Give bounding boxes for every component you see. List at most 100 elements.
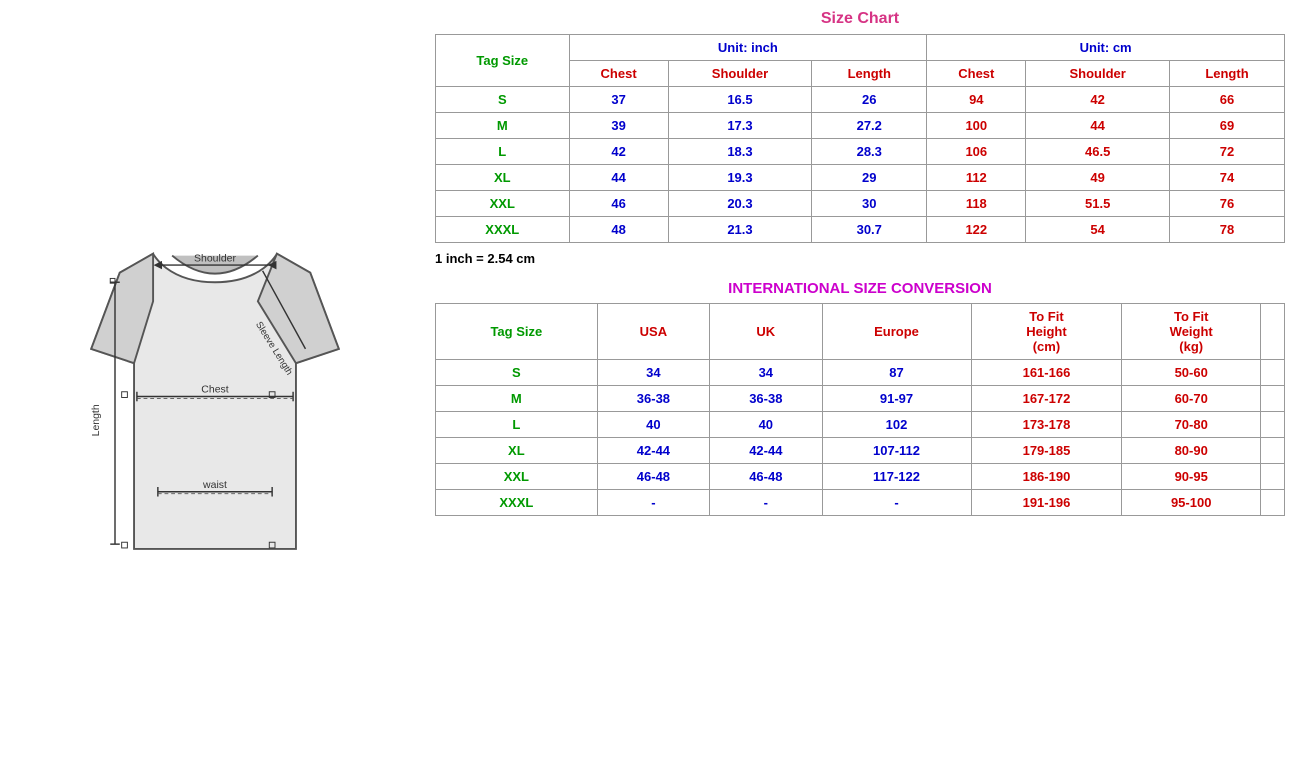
conv-height-val: 173-178 (971, 412, 1122, 438)
length-inch-val: 30 (812, 191, 927, 217)
length-inch-val: 29 (812, 165, 927, 191)
shoulder-inch-val: 20.3 (668, 191, 812, 217)
length-cm-val: 72 (1169, 139, 1284, 165)
shoulder-cm-val: 51.5 (1026, 191, 1170, 217)
conv-uk-val: 34 (710, 360, 822, 386)
size-chart-row: XXL 46 20.3 30 118 51.5 76 (436, 191, 1285, 217)
conv-uk-val: 42-44 (710, 438, 822, 464)
conv-europe-val: - (822, 490, 971, 516)
conv-height-val: 161-166 (971, 360, 1122, 386)
conv-europe-val: 102 (822, 412, 971, 438)
tag-size-cell: XL (436, 165, 570, 191)
chest-cm-val: 100 (927, 113, 1026, 139)
chest-cm-val: 118 (927, 191, 1026, 217)
inch-note: 1 inch = 2.54 cm (435, 251, 1285, 266)
tag-size-cell: XXL (436, 191, 570, 217)
conv-tag-cell: XXL (436, 464, 598, 490)
unit-inch-header: Unit: inch (569, 35, 927, 61)
conv-weight-val: 95-100 (1122, 490, 1261, 516)
svg-text:Length: Length (91, 404, 102, 436)
svg-text:Chest: Chest (201, 384, 228, 395)
length-cm-val: 78 (1169, 217, 1284, 243)
size-chart-row: S 37 16.5 26 94 42 66 (436, 87, 1285, 113)
shoulder-inch-val: 19.3 (668, 165, 812, 191)
conversion-table: Tag Size USA UK Europe To FitHeight(cm) … (435, 303, 1285, 516)
conv-usa-header: USA (597, 304, 709, 360)
conversion-title: INTERNATIONAL SIZE CONVERSION (435, 272, 1285, 303)
conv-uk-val: 46-48 (710, 464, 822, 490)
conv-tag-cell: XXXL (436, 490, 598, 516)
unit-cm-header: Unit: cm (927, 35, 1285, 61)
conv-usa-val: 34 (597, 360, 709, 386)
size-chart-title: Size Chart (435, 10, 1285, 28)
length-inch-val: 30.7 (812, 217, 927, 243)
chest-inch-val: 46 (569, 191, 668, 217)
conv-usa-val: - (597, 490, 709, 516)
left-panel: Shoulder Sleeve Length Chest waist Lengt… (0, 0, 430, 773)
shoulder-inch-val: 21.3 (668, 217, 812, 243)
tshirt-diagram: Shoulder Sleeve Length Chest waist Lengt… (55, 187, 375, 587)
conv-europe-val: 87 (822, 360, 971, 386)
conv-weight-header: To FitWeight(kg) (1122, 304, 1261, 360)
conv-usa-val: 46-48 (597, 464, 709, 490)
length-inch-val: 28.3 (812, 139, 927, 165)
shoulder-inch-val: 18.3 (668, 139, 812, 165)
tag-size-cell: XXXL (436, 217, 570, 243)
chest-inch-val: 48 (569, 217, 668, 243)
conversion-row: XL 42-44 42-44 107-112 179-185 80-90 (436, 438, 1285, 464)
conv-height-header: To FitHeight(cm) (971, 304, 1122, 360)
conv-height-val: 186-190 (971, 464, 1122, 490)
shoulder-inch-val: 16.5 (668, 87, 812, 113)
chest-cm-val: 112 (927, 165, 1026, 191)
shoulder-cm-val: 46.5 (1026, 139, 1170, 165)
size-chart-table: Tag Size Unit: inch Unit: cm Chest Shoul… (435, 34, 1285, 243)
shoulder-inch-col: Shoulder (668, 61, 812, 87)
conv-weight-val: 90-95 (1122, 464, 1261, 490)
length-inch-col: Length (812, 61, 927, 87)
shoulder-cm-val: 54 (1026, 217, 1170, 243)
length-cm-val: 66 (1169, 87, 1284, 113)
conversion-row: M 36-38 36-38 91-97 167-172 60-70 (436, 386, 1285, 412)
conv-tag-cell: M (436, 386, 598, 412)
conv-weight-val: 50-60 (1122, 360, 1261, 386)
size-chart-row: XXXL 48 21.3 30.7 122 54 78 (436, 217, 1285, 243)
conv-empty-cell (1261, 464, 1285, 490)
tag-size-cell: M (436, 113, 570, 139)
length-cm-val: 74 (1169, 165, 1284, 191)
conv-europe-val: 91-97 (822, 386, 971, 412)
right-panel: Size Chart Tag Size Unit: inch Unit: cm … (430, 0, 1295, 773)
conv-weight-val: 70-80 (1122, 412, 1261, 438)
tag-size-header: Tag Size (436, 35, 570, 87)
chest-cm-col: Chest (927, 61, 1026, 87)
conv-tag-cell: S (436, 360, 598, 386)
chest-inch-col: Chest (569, 61, 668, 87)
conv-empty-cell (1261, 360, 1285, 386)
conv-usa-val: 36-38 (597, 386, 709, 412)
length-inch-val: 27.2 (812, 113, 927, 139)
shoulder-cm-val: 44 (1026, 113, 1170, 139)
conv-tag-cell: XL (436, 438, 598, 464)
conv-uk-header: UK (710, 304, 822, 360)
length-cm-val: 69 (1169, 113, 1284, 139)
length-cm-col: Length (1169, 61, 1284, 87)
conversion-row: XXL 46-48 46-48 117-122 186-190 90-95 (436, 464, 1285, 490)
tag-size-cell: L (436, 139, 570, 165)
conv-height-val: 191-196 (971, 490, 1122, 516)
svg-text:waist: waist (202, 479, 227, 490)
conv-uk-val: 40 (710, 412, 822, 438)
conversion-row: XXXL - - - 191-196 95-100 (436, 490, 1285, 516)
conv-tag-cell: L (436, 412, 598, 438)
conv-uk-val: 36-38 (710, 386, 822, 412)
chest-inch-val: 37 (569, 87, 668, 113)
svg-text:Shoulder: Shoulder (194, 253, 236, 264)
conv-height-val: 167-172 (971, 386, 1122, 412)
conv-tag-size-header: Tag Size (436, 304, 598, 360)
conversion-row: S 34 34 87 161-166 50-60 (436, 360, 1285, 386)
chest-inch-val: 44 (569, 165, 668, 191)
shoulder-inch-val: 17.3 (668, 113, 812, 139)
conv-empty-cell (1261, 386, 1285, 412)
conv-empty-cell (1261, 438, 1285, 464)
conv-europe-header: Europe (822, 304, 971, 360)
shoulder-cm-val: 42 (1026, 87, 1170, 113)
conv-weight-val: 60-70 (1122, 386, 1261, 412)
